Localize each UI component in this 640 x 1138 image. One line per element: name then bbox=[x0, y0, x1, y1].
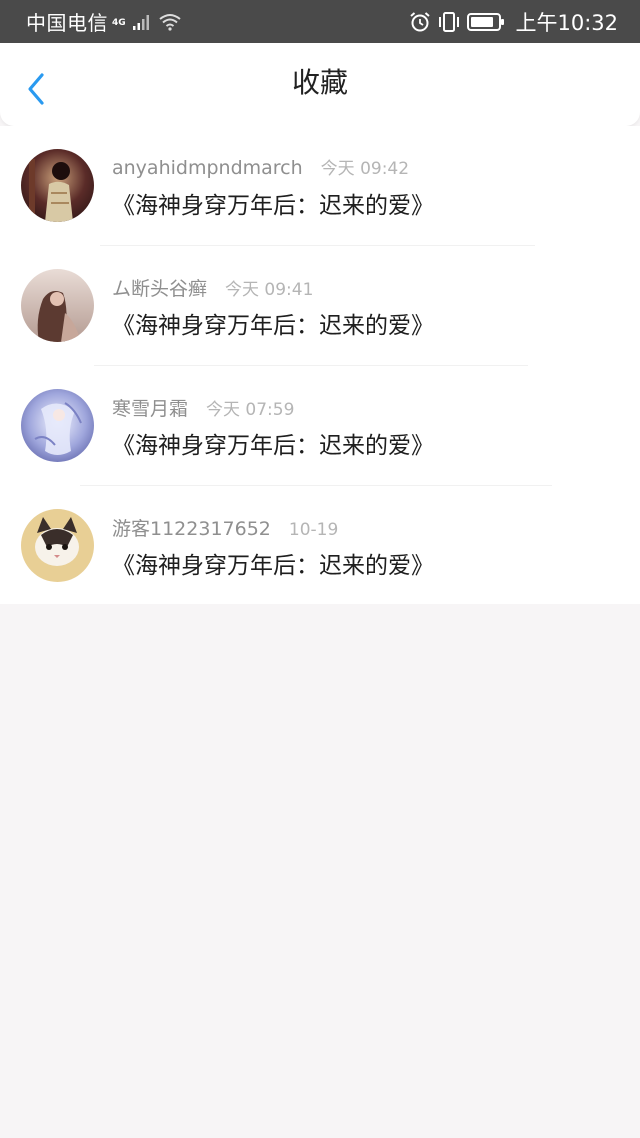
list-item[interactable]: ム断头谷癣 今天 09:41 《海神身穿万年后：迟来的爱》 bbox=[0, 246, 640, 366]
item-meta: ム断头谷癣 今天 09:41 bbox=[112, 274, 313, 300]
username[interactable]: 寒雪月霜 bbox=[112, 394, 188, 421]
list-item[interactable]: anyahidmpndmarch 今天 09:42 《海神身穿万年后：迟来的爱》 bbox=[0, 126, 640, 246]
vibrate-icon bbox=[437, 11, 461, 33]
page-title: 收藏 bbox=[291, 66, 348, 99]
book-title[interactable]: 《海神身穿万年后：迟来的爱》 bbox=[112, 426, 434, 460]
list-item[interactable]: 游客1122317652 10-19 《海神身穿万年后：迟来的爱》 bbox=[0, 486, 640, 606]
signal-icon bbox=[132, 13, 152, 31]
status-bar: 中国电信 4G 上午10:32 bbox=[0, 0, 640, 43]
username[interactable]: ム断头谷癣 bbox=[112, 274, 207, 301]
wifi-icon bbox=[158, 13, 182, 31]
avatar[interactable] bbox=[21, 389, 94, 462]
timestamp: 今天 09:41 bbox=[225, 280, 314, 300]
navigation-header: 收藏 bbox=[0, 43, 640, 126]
book-title[interactable]: 《海神身穿万年后：迟来的爱》 bbox=[112, 546, 434, 580]
book-title[interactable]: 《海神身穿万年后：迟来的爱》 bbox=[112, 186, 434, 220]
username[interactable]: 游客1122317652 bbox=[112, 514, 271, 541]
item-meta: 游客1122317652 10-19 bbox=[112, 514, 338, 540]
item-meta: 寒雪月霜 今天 07:59 bbox=[112, 394, 294, 420]
alarm-icon bbox=[409, 11, 431, 33]
chevron-left-icon bbox=[28, 73, 44, 105]
network-type-label: 4G bbox=[112, 18, 126, 28]
back-button[interactable] bbox=[18, 71, 54, 107]
timestamp: 今天 07:59 bbox=[206, 400, 295, 420]
avatar[interactable] bbox=[21, 269, 94, 342]
avatar[interactable] bbox=[21, 149, 94, 222]
timestamp: 今天 09:42 bbox=[320, 159, 410, 179]
list-item[interactable]: 寒雪月霜 今天 07:59 《海神身穿万年后：迟来的爱》 bbox=[0, 366, 640, 486]
carrier-label: 中国电信 bbox=[26, 11, 108, 35]
status-bar-right: 上午10:32 bbox=[403, 7, 618, 37]
battery-icon bbox=[467, 12, 505, 32]
clock-label: 上午10:32 bbox=[515, 10, 618, 35]
timestamp: 10-19 bbox=[288, 520, 339, 540]
avatar[interactable] bbox=[21, 509, 94, 582]
book-title[interactable]: 《海神身穿万年后：迟来的爱》 bbox=[112, 306, 434, 340]
item-meta: anyahidmpndmarch 今天 09:42 bbox=[112, 154, 409, 180]
status-bar-left: 中国电信 4G bbox=[26, 7, 182, 36]
username[interactable]: anyahidmpndmarch bbox=[112, 157, 303, 179]
favorites-list: anyahidmpndmarch 今天 09:42 《海神身穿万年后：迟来的爱》 bbox=[0, 126, 640, 604]
